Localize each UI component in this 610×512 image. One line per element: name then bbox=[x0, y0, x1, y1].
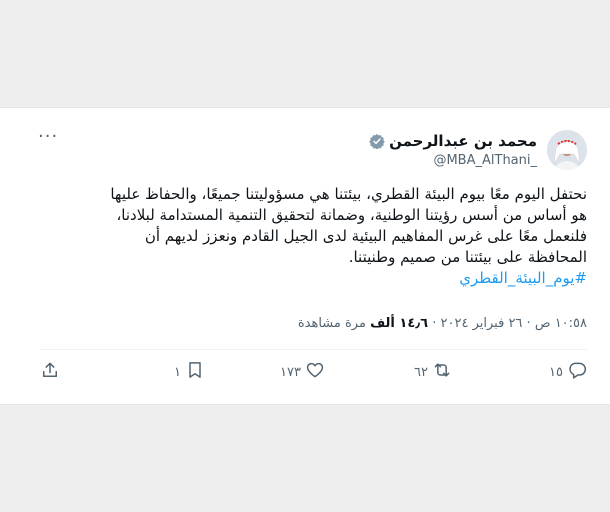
bookmark-icon bbox=[185, 360, 205, 384]
tweet-line: نحتفل اليوم معًا بيوم البيئة القطري، بيئ… bbox=[110, 185, 587, 203]
meta-separator: · bbox=[432, 316, 437, 331]
retweet-button[interactable]: ٦٢ bbox=[414, 360, 452, 384]
author-name[interactable]: محمد بن عبدالرحمن bbox=[389, 132, 537, 150]
tweet-card[interactable]: محمد بن عبدالرحمن @MBA_AlThani_ ··· نحتف… bbox=[0, 107, 610, 405]
reply-count: ١٥ bbox=[549, 364, 563, 380]
retweet-count: ٦٢ bbox=[414, 364, 428, 380]
tweet-time[interactable]: ١٠:٥٨ ص bbox=[535, 316, 587, 331]
like-count: ١٧٣ bbox=[280, 364, 301, 380]
author-row: محمد بن عبدالرحمن bbox=[369, 132, 537, 150]
like-button[interactable]: ١٧٣ bbox=[280, 360, 325, 384]
bookmark-button[interactable]: ١ bbox=[174, 360, 205, 384]
tweet-line: فلنعمل معًا على غرس المفاهيم البيئية لدى… bbox=[144, 227, 587, 245]
share-button[interactable] bbox=[40, 360, 60, 384]
reply-icon bbox=[567, 360, 587, 384]
views-label: مرة مشاهدة bbox=[297, 316, 366, 331]
views-count: ١٤٫٦ ألف bbox=[370, 316, 429, 331]
tweet-line: المحافظة على بيئتنا من صميم وطنيتنا. bbox=[348, 248, 587, 266]
tweet-text: نحتفل اليوم معًا بيوم البيئة القطري، بيئ… bbox=[22, 184, 587, 289]
verified-badge-icon bbox=[369, 133, 385, 150]
avatar-image bbox=[547, 130, 587, 170]
heart-icon bbox=[305, 360, 325, 384]
divider bbox=[40, 349, 587, 350]
retweet-icon bbox=[432, 360, 452, 384]
bookmark-count: ١ bbox=[174, 364, 181, 380]
avatar[interactable] bbox=[547, 130, 587, 170]
share-icon bbox=[40, 360, 60, 384]
tweet-line: هو أساس من أسس رؤيتنا الوطنية، وضمانة لت… bbox=[116, 206, 587, 224]
more-options-icon[interactable]: ··· bbox=[38, 128, 58, 146]
page: { "tweet": { "author_name": "محمد بن عبد… bbox=[0, 0, 610, 512]
action-bar: ١٥ ٦٢ ١٧٣ ١ bbox=[40, 360, 587, 392]
meta-separator: · bbox=[526, 316, 531, 331]
tweet-date[interactable]: ٢٦ فبراير ٢٠٢٤ bbox=[441, 316, 523, 331]
reply-button[interactable]: ١٥ bbox=[549, 360, 587, 384]
author-handle[interactable]: @MBA_AlThani_ bbox=[433, 153, 537, 168]
tweet-meta: ١٠:٥٨ ص · ٢٦ فبراير ٢٠٢٤ · ١٤٫٦ ألف مرة … bbox=[298, 316, 587, 331]
hashtag-link[interactable]: #يوم_البيئة_القطري bbox=[459, 269, 587, 287]
